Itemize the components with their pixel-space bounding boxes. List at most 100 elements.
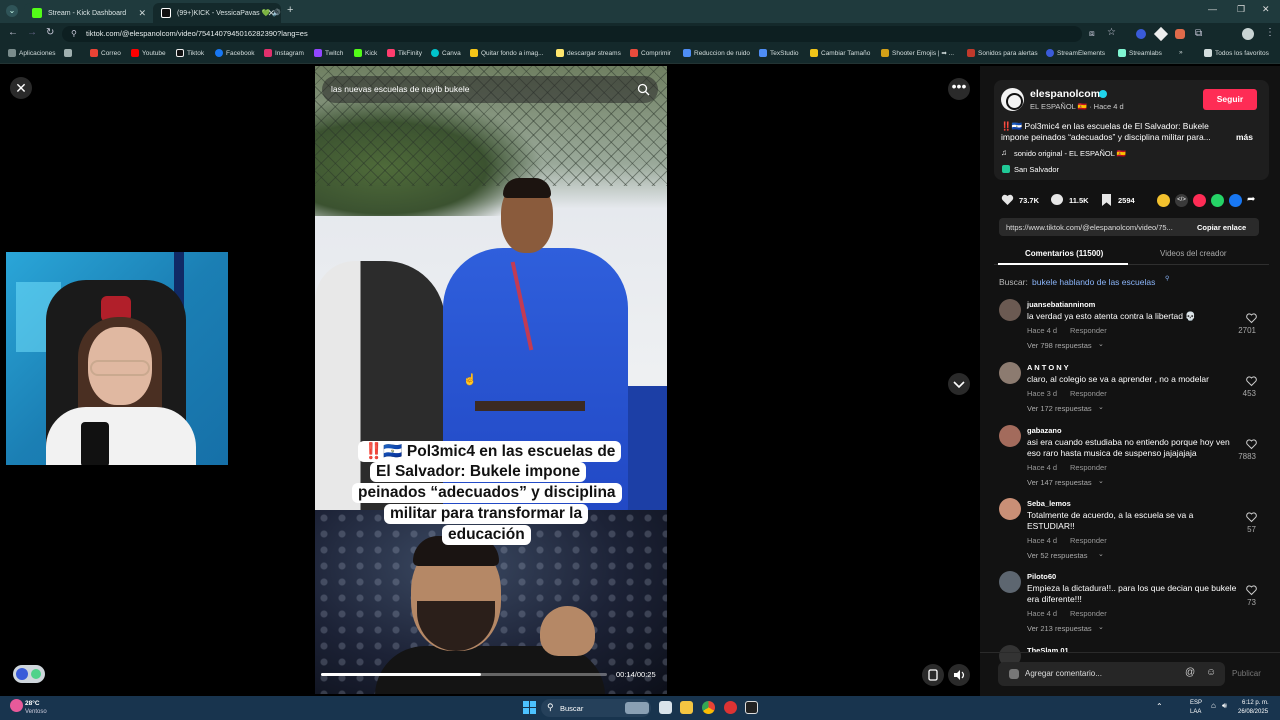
bookmark-quitar-fondo[interactable]: Quitar fondo a imag... bbox=[470, 49, 544, 57]
comment-search-query[interactable]: bukele hablando de las escuelas bbox=[1032, 277, 1155, 287]
next-video-button[interactable] bbox=[948, 373, 970, 395]
language-bottom[interactable]: LAA bbox=[1190, 709, 1201, 715]
tab-kick-dashboard[interactable]: Stream - Kick Dashboard ✕ bbox=[24, 3, 152, 23]
sound-name[interactable]: sonido original - EL ESPAÑOL 🇪🇸 bbox=[1014, 149, 1126, 158]
description-more-link[interactable]: más bbox=[1236, 132, 1253, 142]
comment-reply-button[interactable]: Responder bbox=[1070, 463, 1107, 472]
emoji-icon[interactable]: ☺ bbox=[1206, 667, 1216, 678]
repost-icon[interactable] bbox=[1157, 194, 1170, 207]
bookmark-star-icon[interactable]: ☆ bbox=[1107, 27, 1116, 38]
bookmark-kick[interactable]: Kick bbox=[354, 49, 377, 57]
bottom-left-toggle[interactable] bbox=[13, 665, 45, 683]
bookmark-tikfinity[interactable]: TikFinity bbox=[387, 49, 422, 57]
close-tab-icon[interactable]: ✕ bbox=[267, 8, 275, 19]
bookmark-streamelements[interactable]: StreamElements bbox=[1046, 49, 1105, 57]
view-replies-button[interactable]: Ver 213 respuestas bbox=[1027, 624, 1092, 633]
video-player[interactable] bbox=[315, 66, 667, 694]
bookmark-cambiar-tamano[interactable]: Cambiar Tamaño bbox=[810, 49, 870, 57]
facebook-icon[interactable] bbox=[1229, 194, 1242, 207]
location-name[interactable]: San Salvador bbox=[1014, 165, 1059, 174]
network-icon[interactable]: ⌂ bbox=[1211, 701, 1216, 710]
publish-button[interactable]: Publicar bbox=[1232, 669, 1261, 678]
forward-icon[interactable]: → bbox=[27, 27, 37, 38]
copy-link-button[interactable]: Copiar enlace bbox=[1197, 223, 1246, 232]
tab-tiktok[interactable]: (99+)KICK - VessicaPavas 💚 🔊 ✕ bbox=[153, 3, 281, 23]
view-replies-button[interactable]: Ver 147 respuestas bbox=[1027, 478, 1092, 487]
bookmark-twitch[interactable]: Twitch bbox=[314, 49, 343, 57]
close-video-button[interactable]: ✕ bbox=[10, 77, 32, 99]
comment-reply-button[interactable]: Responder bbox=[1070, 609, 1107, 618]
windows-start-icon[interactable] bbox=[523, 701, 536, 714]
reload-icon[interactable]: ↻ bbox=[46, 27, 54, 38]
author-username[interactable]: elespanolcom bbox=[1030, 88, 1100, 100]
whatsapp-icon[interactable] bbox=[1211, 194, 1224, 207]
comment-avatar[interactable] bbox=[999, 571, 1021, 593]
embed-icon[interactable]: </> bbox=[1175, 194, 1188, 207]
tab-list-icon[interactable]: ⌄ bbox=[6, 5, 18, 17]
bookmarks-overflow[interactable]: » bbox=[1179, 49, 1183, 56]
close-tab-icon[interactable]: ✕ bbox=[138, 8, 146, 19]
chrome-icon[interactable] bbox=[702, 701, 715, 714]
search-icon[interactable] bbox=[637, 83, 650, 96]
bookmark-reduccion-ruido[interactable]: Reduccion de ruido bbox=[683, 49, 750, 57]
maximize-button[interactable]: ❐ bbox=[1237, 4, 1245, 15]
view-replies-button[interactable]: Ver 798 respuestas bbox=[1027, 341, 1092, 350]
video-progress-bar[interactable] bbox=[321, 673, 607, 676]
like-icon[interactable] bbox=[1001, 194, 1014, 206]
bookmark-sonidos-alertas[interactable]: Sonidos para alertas bbox=[967, 49, 1038, 57]
extension-icon-3[interactable] bbox=[1175, 29, 1185, 39]
comment-like-icon[interactable] bbox=[1246, 376, 1257, 387]
view-replies-button[interactable]: Ver 52 respuestas bbox=[1027, 551, 1087, 560]
extensions-icon[interactable]: ⧉ bbox=[1195, 28, 1202, 39]
comment-avatar[interactable] bbox=[999, 498, 1021, 520]
send-icon[interactable] bbox=[1193, 194, 1206, 207]
comment-username[interactable]: juansebatianninom bbox=[1027, 300, 1095, 309]
minimize-button[interactable]: — bbox=[1208, 4, 1217, 14]
obs-icon[interactable] bbox=[745, 701, 758, 714]
float-player-button[interactable] bbox=[922, 664, 944, 686]
comment-username[interactable]: gabazano bbox=[1027, 426, 1062, 435]
app-icon-red[interactable] bbox=[724, 701, 737, 714]
author-avatar[interactable] bbox=[1001, 88, 1024, 111]
comment-like-icon[interactable] bbox=[1246, 585, 1257, 596]
site-info-icon[interactable]: ⚲ bbox=[71, 29, 77, 38]
comment-reply-button[interactable]: Responder bbox=[1070, 536, 1107, 545]
bookmark-comprimir[interactable]: Comprimir bbox=[630, 49, 671, 57]
browser-menu-icon[interactable]: ⋮ bbox=[1265, 27, 1275, 38]
bookmark-instagram[interactable]: Instagram bbox=[264, 49, 304, 57]
task-view-icon[interactable] bbox=[659, 701, 672, 714]
clock-time[interactable]: 6:12 p. m. bbox=[1242, 700, 1269, 706]
bookmark-all-favorites[interactable]: Todos los favoritos bbox=[1204, 49, 1269, 57]
share-link-text[interactable]: https://www.tiktok.com/@elespanolcom/vid… bbox=[1006, 223, 1173, 232]
comment-username[interactable]: A N T O N Y bbox=[1027, 363, 1069, 372]
bookmark-correo[interactable]: Correo bbox=[90, 49, 121, 57]
comment-reply-button[interactable]: Responder bbox=[1070, 389, 1107, 398]
clock-date[interactable]: 26/08/2025 bbox=[1238, 709, 1268, 715]
comment-avatar[interactable] bbox=[999, 425, 1021, 447]
comment-avatar[interactable] bbox=[999, 299, 1021, 321]
taskbar-search[interactable]: ⚲ Buscar bbox=[541, 699, 651, 717]
install-icon[interactable]: ⧈ bbox=[1089, 28, 1095, 39]
language-top[interactable]: ESP bbox=[1190, 700, 1202, 706]
comment-reply-button[interactable]: Responder bbox=[1070, 326, 1107, 335]
bookmark-shooter-emojis[interactable]: Shooter Emojis | ➡ ... bbox=[881, 49, 954, 57]
tray-chevron-icon[interactable]: ⌃ bbox=[1156, 702, 1163, 711]
extension-icon-2[interactable] bbox=[1153, 26, 1169, 42]
bookmark-texstudio[interactable]: TexStudio bbox=[759, 49, 799, 57]
mention-icon[interactable]: @ bbox=[1185, 667, 1195, 678]
comment-username[interactable]: TheSlam 01 bbox=[1027, 646, 1069, 655]
comment-icon[interactable] bbox=[1051, 194, 1063, 205]
weather-icon[interactable] bbox=[10, 699, 23, 712]
volume-tray-icon[interactable]: 🔊︎ bbox=[1222, 701, 1227, 711]
bookmark-youtube[interactable]: Youtube bbox=[131, 49, 166, 57]
bookmark-canva[interactable]: Canva bbox=[431, 49, 461, 57]
url-field[interactable]: tiktok.com/@elespanolcom/video/754140794… bbox=[62, 26, 1082, 42]
tab-comments[interactable]: Comentarios (11500) bbox=[1025, 249, 1103, 258]
bookmark-apps[interactable]: Aplicaciones bbox=[8, 49, 56, 57]
bookmark-descargar-streams[interactable]: descargar streams bbox=[556, 49, 621, 57]
grid-icon[interactable] bbox=[64, 49, 75, 57]
tab-creator-videos[interactable]: Videos del creador bbox=[1160, 249, 1227, 258]
volume-button[interactable] bbox=[948, 664, 970, 686]
back-icon[interactable]: ← bbox=[8, 27, 18, 38]
more-options-button[interactable]: ••• bbox=[948, 78, 970, 100]
